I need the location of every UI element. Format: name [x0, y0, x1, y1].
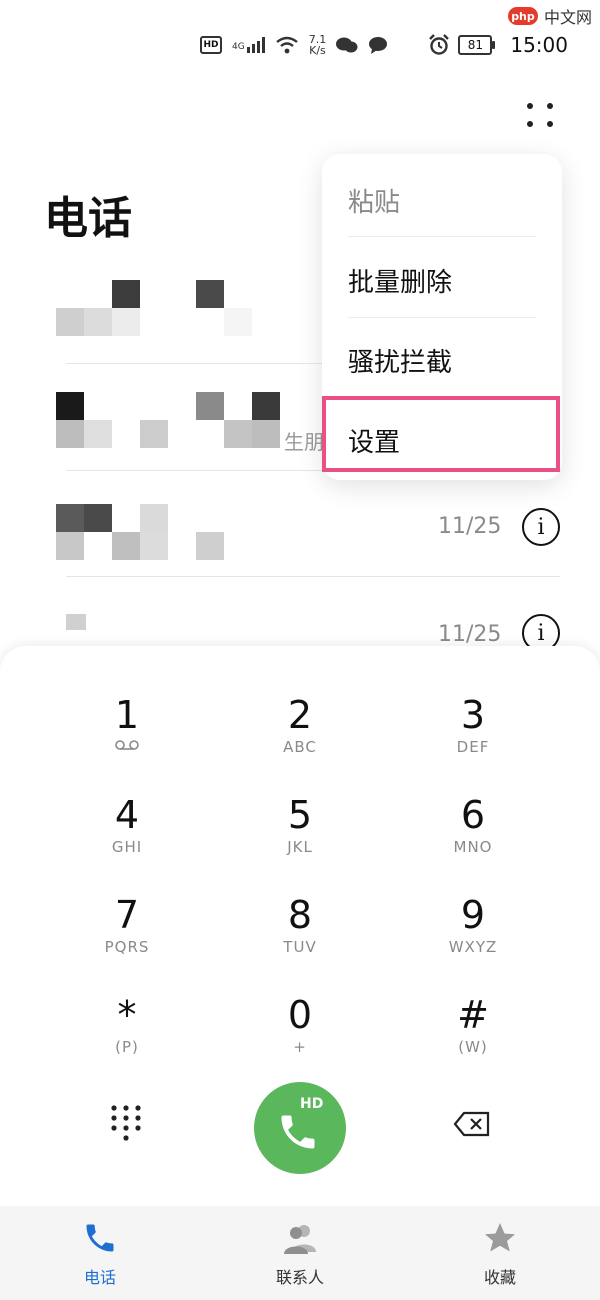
call-row[interactable]: 11/25 i [0, 490, 600, 594]
watermark: php 中文网 [507, 4, 592, 28]
menu-item-harassment-block[interactable]: 骚扰拦截 [348, 342, 452, 379]
alarm-icon [429, 34, 450, 55]
page-title: 电话 [44, 193, 132, 244]
menu-divider [348, 317, 536, 318]
voicemail-icon [115, 740, 139, 750]
star-icon [485, 1223, 515, 1252]
menu-item-paste[interactable]: 粘贴 [348, 182, 400, 219]
key-3[interactable]: 3 DEF [398, 694, 548, 784]
info-icon[interactable]: i [522, 508, 560, 546]
tab-phone[interactable]: 电话 [40, 1220, 160, 1288]
more-options-icon[interactable] [516, 98, 564, 136]
call-subtitle: 生朋 [284, 430, 324, 454]
key-7[interactable]: 7 PQRS [52, 894, 202, 984]
tab-label: 电话 [83, 1268, 116, 1287]
key-4[interactable]: 4 GHI [52, 794, 202, 884]
message-icon [369, 37, 388, 54]
settings-highlight-box [322, 396, 560, 472]
pixelated-name [66, 614, 86, 630]
keypad-toggle-icon[interactable] [108, 1102, 144, 1146]
key-0[interactable]: 0 + [225, 994, 375, 1084]
call-date: 11/25 [438, 514, 502, 539]
key-1[interactable]: 1 [52, 694, 202, 784]
signal-icon: 4G [232, 37, 265, 53]
tab-label: 收藏 [483, 1268, 516, 1287]
key-2[interactable]: 2 ABC [225, 694, 375, 784]
phone-tab-icon [86, 1224, 114, 1252]
network-speed: 7.1 K/s [308, 33, 327, 57]
phone-icon [281, 1115, 315, 1149]
key-5[interactable]: 5 JKL [225, 794, 375, 884]
watermark-logo: php [507, 7, 538, 25]
key-6[interactable]: 6 MNO [398, 794, 548, 884]
pixelated-name [56, 504, 84, 532]
key-star[interactable]: * (P) [52, 994, 202, 1084]
network-type: 4G [232, 42, 245, 52]
key-hash[interactable]: # (W) [398, 994, 548, 1084]
pixelated-name [56, 308, 84, 336]
key-8[interactable]: 8 TUV [225, 894, 375, 984]
call-button[interactable]: HD [254, 1082, 346, 1174]
contacts-icon [284, 1225, 316, 1254]
tab-contacts[interactable]: 联系人 [240, 1220, 360, 1288]
battery-icon: 81 [458, 35, 496, 55]
key-9[interactable]: 9 WXYZ [398, 894, 548, 984]
bottom-tab-bar: 电话 联系人 收藏 [0, 1206, 600, 1300]
pixelated-name [56, 392, 84, 420]
backspace-icon[interactable] [452, 1110, 492, 1142]
tab-favorites[interactable]: 收藏 [440, 1220, 560, 1288]
wechat-icon [336, 37, 358, 53]
menu-divider [348, 236, 536, 237]
call-date: 11/25 [438, 622, 502, 647]
wifi-icon [275, 36, 298, 54]
clock: 15:00 [510, 33, 568, 57]
status-bar: HD 4G 7.1 K/s 81 15:00 [0, 28, 600, 62]
watermark-text: 中文网 [543, 8, 592, 27]
tab-label: 联系人 [275, 1268, 324, 1287]
menu-item-batch-delete[interactable]: 批量删除 [348, 262, 452, 299]
hd-badge: HD [200, 36, 222, 54]
row-divider [66, 576, 560, 577]
